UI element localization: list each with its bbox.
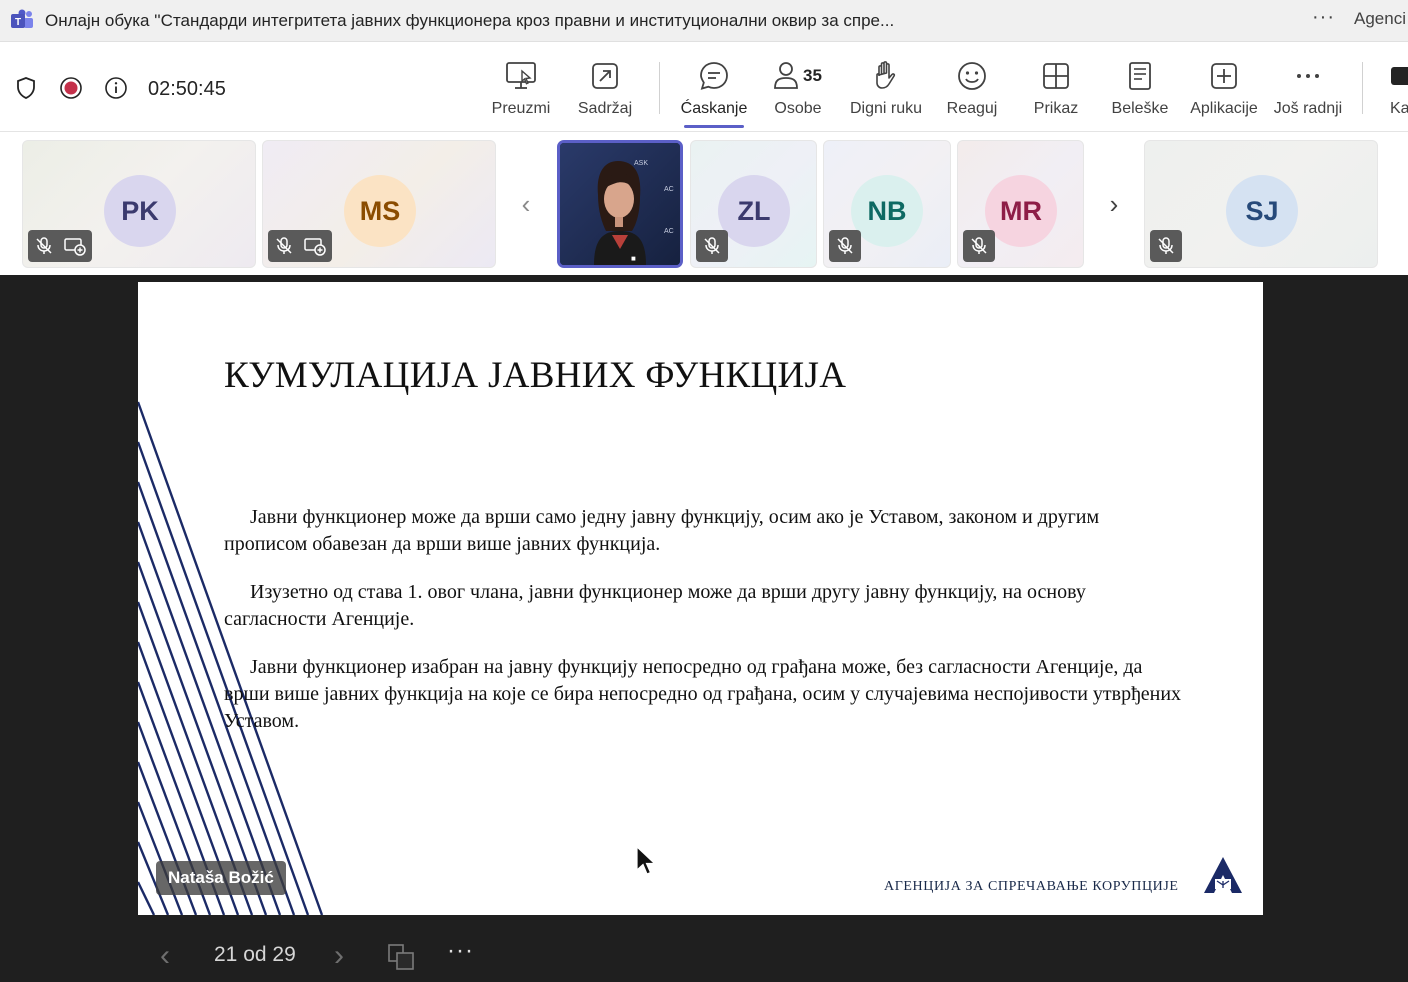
share-content-label: Sadržaj — [577, 100, 633, 117]
info-icon[interactable] — [104, 76, 128, 100]
next-participants-button[interactable]: › — [1090, 140, 1138, 268]
active-tab-indicator — [684, 125, 744, 128]
participant-strip: PK MS ‹ ASK AC AC ■ ZL NB MR › SJ — [0, 132, 1408, 275]
more-actions-label: Još radnji — [1273, 100, 1343, 117]
chat-icon — [700, 62, 728, 90]
people-icon — [774, 62, 798, 89]
svg-text:AC: AC — [664, 228, 674, 235]
chevron-right-icon: › — [1109, 188, 1119, 219]
raise-hand-button[interactable]: Digni ruku — [844, 56, 928, 126]
react-icon — [958, 62, 986, 90]
agency-logo-icon — [1204, 857, 1242, 893]
previous-participants-button[interactable]: ‹ — [502, 140, 550, 268]
status-badge — [963, 230, 995, 262]
status-badge — [829, 230, 861, 262]
view-button[interactable]: Prikaz — [1014, 56, 1098, 126]
presentation-slide: КУМУЛАЦИЈА ЈАВНИХ ФУНКЦИЈА Јавни функцио… — [138, 282, 1263, 915]
status-badge — [268, 230, 332, 262]
participant-tile[interactable]: MS — [262, 140, 496, 268]
svg-text:ASK: ASK — [634, 160, 648, 167]
mic-off-icon — [971, 237, 987, 254]
status-badge — [28, 230, 92, 262]
avatar: PK — [104, 175, 176, 247]
presenter-video-tile[interactable]: ASK AC AC ■ — [557, 140, 683, 268]
screen-share-icon — [64, 238, 86, 256]
camera-button[interactable]: Ka — [1388, 56, 1408, 128]
title-bar: T Онлајн обука ''Стандарди интегритета ј… — [0, 0, 1408, 42]
more-icon — [1297, 74, 1319, 78]
screen-share-icon — [304, 238, 326, 256]
avatar: MS — [344, 175, 416, 247]
avatar: NB — [851, 175, 923, 247]
window-more-icon[interactable]: ··· — [1312, 6, 1335, 29]
participant-tile[interactable]: ZL — [690, 140, 817, 268]
status-badge — [696, 230, 728, 262]
participant-tile[interactable]: PK — [22, 140, 256, 268]
more-actions-button[interactable]: Još radnji — [1266, 56, 1350, 126]
share-content-icon — [592, 63, 618, 89]
notes-icon — [1129, 62, 1151, 90]
mouse-cursor-icon — [636, 846, 657, 875]
take-control-button[interactable]: Preuzmi — [479, 56, 563, 126]
slide-paragraph: Јавни функционер изабран на јавну функци… — [224, 656, 1182, 732]
avatar: MR — [985, 175, 1057, 247]
participant-count: 35 — [803, 66, 822, 85]
slide-footer: АГЕНЦИЈА ЗА СПРЕЧАВАЊЕ КОРУПЦИЈЕ — [884, 879, 1179, 894]
participant-tile[interactable]: SJ — [1144, 140, 1378, 268]
mic-off-icon — [36, 237, 52, 254]
notes-button[interactable]: Beleške — [1098, 56, 1182, 126]
svg-text:■: ■ — [631, 254, 636, 263]
slide-counter: 21 od 29 — [214, 943, 296, 966]
teams-logo-icon: T — [11, 9, 33, 28]
take-control-icon — [506, 62, 536, 89]
window-title: Онлајн обука ''Стандарди интегритета јав… — [45, 11, 895, 30]
view-icon — [1043, 63, 1069, 89]
mic-off-icon — [1158, 237, 1174, 254]
status-badge — [1150, 230, 1182, 262]
shield-icon[interactable] — [14, 76, 38, 100]
svg-text:AC: AC — [664, 186, 674, 193]
avatar: ZL — [718, 175, 790, 247]
toolbar-divider — [1362, 62, 1363, 114]
participant-tile[interactable]: NB — [823, 140, 951, 268]
slide-paragraph: Јавни функционер може да врши само једну… — [224, 506, 1100, 555]
participant-tile[interactable]: MR — [957, 140, 1084, 268]
presenter-name-tag: Nataša Božić — [156, 861, 286, 895]
apps-button[interactable]: Aplikacije — [1182, 56, 1266, 126]
previous-slide-button[interactable]: ‹ — [160, 939, 170, 973]
toolbar-divider — [659, 62, 660, 114]
chevron-left-icon: ‹ — [521, 188, 531, 219]
slide-title: КУМУЛАЦИЈА ЈАВНИХ ФУНКЦИЈА — [224, 355, 847, 396]
slide-paragraph: Изузетно од става 1. овог члана, јавни ф… — [224, 581, 1086, 630]
chat-button[interactable]: Ćaskanje — [672, 56, 756, 128]
window-right-label[interactable]: Agenci — [1354, 9, 1406, 29]
share-content-button[interactable]: Sadržaj — [563, 56, 647, 126]
mic-off-icon — [704, 237, 720, 254]
recording-icon[interactable] — [59, 76, 83, 100]
people-button[interactable]: 35 Osobe — [756, 56, 840, 126]
next-slide-button[interactable]: › — [334, 939, 344, 973]
svg-text:T: T — [15, 17, 21, 28]
camera-icon — [1391, 67, 1408, 85]
camera-label: Ka — [1390, 100, 1408, 117]
mic-off-icon — [276, 237, 292, 254]
slide-more-options-icon[interactable]: ··· — [447, 937, 474, 965]
raise-hand-icon — [876, 61, 896, 89]
mic-off-icon — [837, 237, 853, 254]
slide-thumbnails-icon[interactable] — [387, 943, 417, 973]
react-button[interactable]: Reaguj — [930, 56, 1014, 126]
meeting-timer: 02:50:45 — [148, 78, 226, 100]
meeting-toolbar: 02:50:45 Preuzmi Sadržaj Ćaskanje 35 Oso… — [0, 42, 1408, 132]
presenter-video: ASK AC AC ■ — [560, 143, 680, 265]
slide-pager: ‹ 21 od 29 › ··· — [0, 915, 1408, 982]
shared-content-stage: КУМУЛАЦИЈА ЈАВНИХ ФУНКЦИЈА Јавни функцио… — [0, 275, 1408, 982]
apps-icon — [1211, 63, 1237, 89]
avatar: SJ — [1226, 175, 1298, 247]
